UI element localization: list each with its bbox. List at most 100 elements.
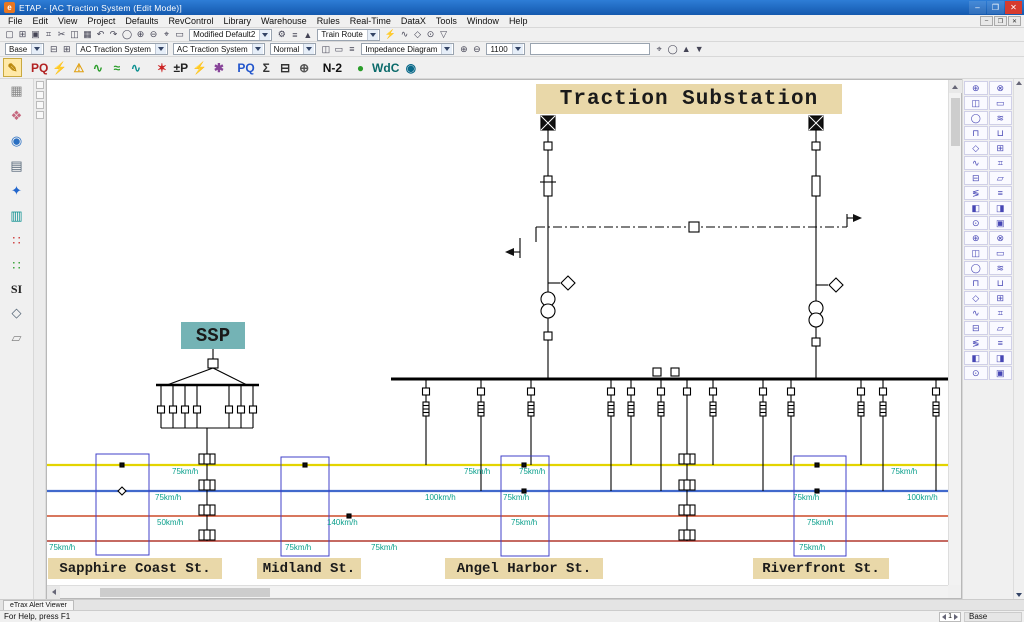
new-project-icon[interactable]: ▢ — [3, 29, 16, 41]
component-palette-icon[interactable]: ◨ — [989, 201, 1013, 215]
component-palette-icon[interactable]: ◇ — [964, 141, 988, 155]
waveform-icon[interactable]: ∿ — [398, 29, 411, 41]
component-palette-icon[interactable]: ∿ — [964, 306, 988, 320]
zoom-in-icon[interactable]: ⊕ — [134, 29, 147, 41]
zoom-out-icon[interactable]: ⊖ — [470, 43, 483, 55]
component-palette-icon[interactable]: ⊞ — [989, 141, 1013, 155]
component-palette-icon[interactable]: ⊕ — [964, 81, 988, 95]
paste-icon[interactable]: ▦ — [81, 29, 94, 41]
load-flow-icon[interactable]: PQ — [29, 58, 50, 77]
component-palette-icon[interactable]: ▣ — [989, 216, 1013, 230]
vertical-scroll-thumb[interactable] — [951, 98, 960, 146]
zoom-out-icon[interactable]: ⊖ — [147, 29, 160, 41]
menu-edit[interactable]: Edit — [28, 16, 54, 26]
vertical-scrollbar[interactable] — [948, 80, 961, 585]
minimize-button[interactable]: – — [969, 1, 986, 14]
target-icon[interactable]: ⊙ — [424, 29, 437, 41]
component-palette-icon[interactable]: ⊗ — [989, 231, 1013, 245]
component-palette-icon[interactable]: ▭ — [989, 246, 1013, 260]
component-palette-icon[interactable]: ⊕ — [964, 231, 988, 245]
substation-title[interactable]: Traction Substation — [536, 84, 842, 114]
scroll-up-icon[interactable] — [949, 80, 962, 93]
copy-view-icon[interactable]: ◫ — [319, 43, 332, 55]
unbalanced-study-icon[interactable]: ⊕ — [295, 58, 314, 77]
up-arrow-icon[interactable]: ▲ — [680, 43, 693, 55]
page-pager[interactable]: 1 — [939, 612, 961, 622]
bolt-icon[interactable]: ⚡ — [383, 29, 398, 41]
component-palette-icon[interactable]: ≋ — [989, 111, 1013, 125]
component-palette-icon[interactable]: ⊔ — [989, 126, 1013, 140]
cut-icon[interactable]: ✂ — [55, 29, 68, 41]
copy-icon[interactable]: ◫ — [68, 29, 81, 41]
component-palette-icon[interactable]: ⊙ — [964, 216, 988, 230]
expand-icon[interactable]: ⊞ — [60, 43, 73, 55]
component-palette-icon[interactable]: ∿ — [964, 156, 988, 170]
print-icon[interactable]: ⌗ — [42, 29, 55, 41]
redo-icon[interactable]: ↷ — [107, 29, 120, 41]
zoom-fit-icon[interactable]: ▭ — [173, 29, 186, 41]
component-palette-icon[interactable]: ▱ — [989, 321, 1013, 335]
zoom-in-icon[interactable]: ⊕ — [457, 43, 470, 55]
presentation-combo[interactable]: Impedance Diagram — [361, 43, 454, 55]
globe-icon[interactable]: ◉ — [7, 132, 27, 150]
list-icon[interactable]: ≡ — [288, 29, 301, 41]
station-label-riverfront[interactable]: Riverfront St. — [753, 558, 889, 579]
component-palette-icon[interactable]: ◫ — [964, 246, 988, 260]
system-combo-2[interactable]: AC Traction System — [173, 43, 265, 55]
menu-real-time[interactable]: Real-Time — [345, 16, 396, 26]
layers-list-icon[interactable]: ≡ — [345, 43, 358, 55]
menu-defaults[interactable]: Defaults — [120, 16, 163, 26]
component-palette-icon[interactable]: ⊔ — [989, 276, 1013, 290]
open-project-icon[interactable]: ⊞ — [16, 29, 29, 41]
scroll-left-icon[interactable] — [47, 586, 60, 599]
dock-icon[interactable] — [36, 91, 44, 99]
component-palette-icon[interactable]: ⊓ — [964, 276, 988, 290]
base-combo[interactable]: Base — [5, 43, 44, 55]
ssp-label[interactable]: SSP — [181, 322, 245, 349]
arc-flash-icon[interactable]: ⚡ — [190, 58, 209, 77]
component-palette-icon[interactable]: ◯ — [964, 111, 988, 125]
star-protection-icon[interactable]: ✶ — [152, 58, 171, 77]
menu-help[interactable]: Help — [504, 16, 533, 26]
component-palette-icon[interactable]: ▣ — [989, 366, 1013, 380]
menu-view[interactable]: View — [53, 16, 82, 26]
menu-tools[interactable]: Tools — [431, 16, 462, 26]
menu-window[interactable]: Window — [462, 16, 504, 26]
fit-page-icon[interactable]: ▭ — [332, 43, 345, 55]
close-button[interactable]: ✕ — [1005, 1, 1022, 14]
emtp-icon[interactable]: ● — [351, 58, 370, 77]
undo-icon[interactable]: ↶ — [94, 29, 107, 41]
harmonic-icon[interactable]: ∿ — [88, 58, 107, 77]
tab-etrax-alert-viewer[interactable]: eTrax Alert Viewer — [3, 600, 74, 610]
scroll-down-icon[interactable] — [1016, 593, 1022, 597]
component-palette-icon[interactable]: ◫ — [964, 96, 988, 110]
etrax-globe-icon[interactable]: ◉ — [401, 58, 420, 77]
revision-combo[interactable]: Modified Default2 — [189, 29, 272, 41]
n-2-contingency-icon[interactable]: N-2 — [321, 58, 344, 77]
battery-sizing-icon[interactable]: ⊟ — [276, 58, 295, 77]
component-palette-icon[interactable]: ⌗ — [989, 156, 1013, 170]
frequency-scan-icon[interactable]: ≈ — [107, 58, 126, 77]
down-arrow-icon[interactable]: ▼ — [693, 43, 706, 55]
edit-mode-pencil-icon[interactable]: ✎ — [3, 58, 22, 77]
diamond-tool-icon[interactable]: ◇ — [411, 29, 424, 41]
sum-study-icon[interactable]: Σ — [257, 58, 276, 77]
device-duty-icon[interactable]: ⚠ — [69, 58, 88, 77]
mdi-restore-button[interactable]: ❐ — [994, 16, 1007, 26]
diamond-view-icon[interactable]: ◇ — [7, 304, 27, 322]
zoom-window-icon[interactable]: ◯ — [120, 29, 134, 41]
horizontal-scrollbar[interactable] — [47, 585, 948, 598]
maximize-button[interactable]: ❐ — [987, 1, 1004, 14]
component-palette-icon[interactable]: ⊓ — [964, 126, 988, 140]
settings-gear-icon[interactable]: ⚙ — [275, 29, 288, 41]
dc-load-flow-icon[interactable]: PQ — [235, 58, 256, 77]
menu-revcontrol[interactable]: RevControl — [163, 16, 218, 26]
short-circuit-icon[interactable]: ⚡ — [50, 58, 69, 77]
system-manager-icon[interactable]: ▦ — [7, 82, 27, 100]
down-tool-icon[interactable]: ▽ — [437, 29, 450, 41]
si-units-label[interactable]: SI — [11, 282, 22, 297]
component-palette-icon[interactable]: ▭ — [989, 96, 1013, 110]
component-palette-icon[interactable]: ◧ — [964, 201, 988, 215]
zoom-combo[interactable]: 1100 — [486, 43, 524, 55]
filter-input[interactable] — [530, 43, 650, 55]
